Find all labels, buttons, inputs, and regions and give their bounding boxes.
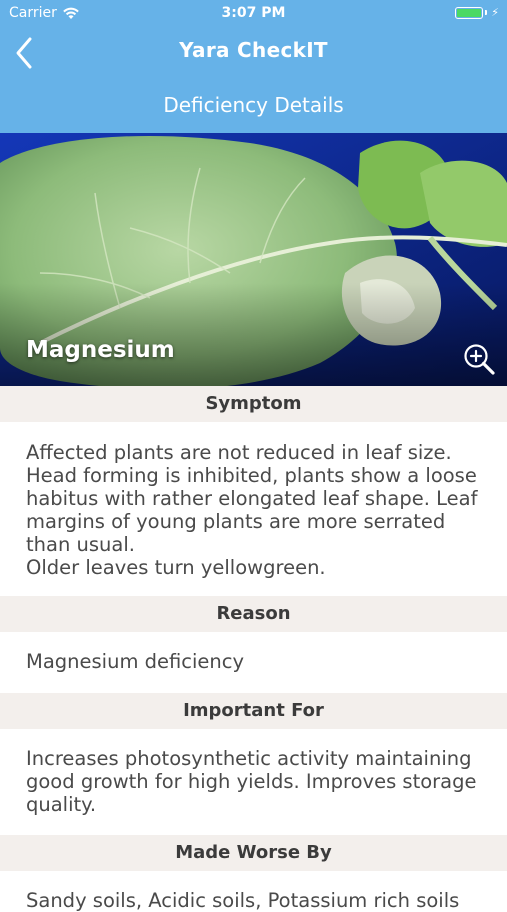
symptom-line: Head forming is inhibited, plants show a… bbox=[26, 464, 477, 487]
clock: 3:07 PM bbox=[221, 5, 286, 21]
important-for-header: Important For bbox=[0, 693, 507, 729]
symptom-line: margins of young plants are more serrate… bbox=[26, 510, 446, 533]
deficiency-photo[interactable]: Magnesium bbox=[0, 133, 507, 386]
symptom-line: habitus with rather elongated leaf shape… bbox=[26, 487, 478, 510]
important-for-text: Increases photosynthetic activity mainta… bbox=[26, 747, 486, 816]
zoom-in-icon[interactable] bbox=[462, 342, 496, 376]
reason-text: Magnesium deficiency bbox=[26, 650, 245, 673]
important-for-line: quality. bbox=[26, 793, 97, 816]
page-title: Deficiency Details bbox=[163, 93, 344, 117]
navigation-header: Carrier 3:07 PM ⚡ Yara CheckIT Deficienc… bbox=[0, 0, 507, 133]
symptom-line: Affected plants are not reduced in leaf … bbox=[26, 441, 452, 464]
battery-icon: ⚡ bbox=[455, 6, 499, 19]
important-for-line: Increases photosynthetic activity mainta… bbox=[26, 747, 472, 770]
status-bar: Carrier 3:07 PM ⚡ bbox=[0, 0, 507, 28]
reason-header: Reason bbox=[0, 596, 507, 632]
app-title: Yara CheckIT bbox=[179, 38, 328, 62]
nutrient-name: Magnesium bbox=[26, 337, 175, 363]
important-for-line: good growth for high yields. Improves st… bbox=[26, 770, 477, 793]
symptom-line: than usual. bbox=[26, 533, 135, 556]
symptom-line: Older leaves turn yellowgreen. bbox=[26, 556, 326, 579]
charging-icon: ⚡ bbox=[491, 6, 499, 19]
made-worse-by-header: Made Worse By bbox=[0, 835, 507, 871]
symptom-text: Affected plants are not reduced in leaf … bbox=[26, 441, 486, 579]
symptom-header: Symptom bbox=[0, 386, 507, 422]
made-worse-by-text: Sandy soils, Acidic soils, Potassium ric… bbox=[26, 889, 460, 912]
